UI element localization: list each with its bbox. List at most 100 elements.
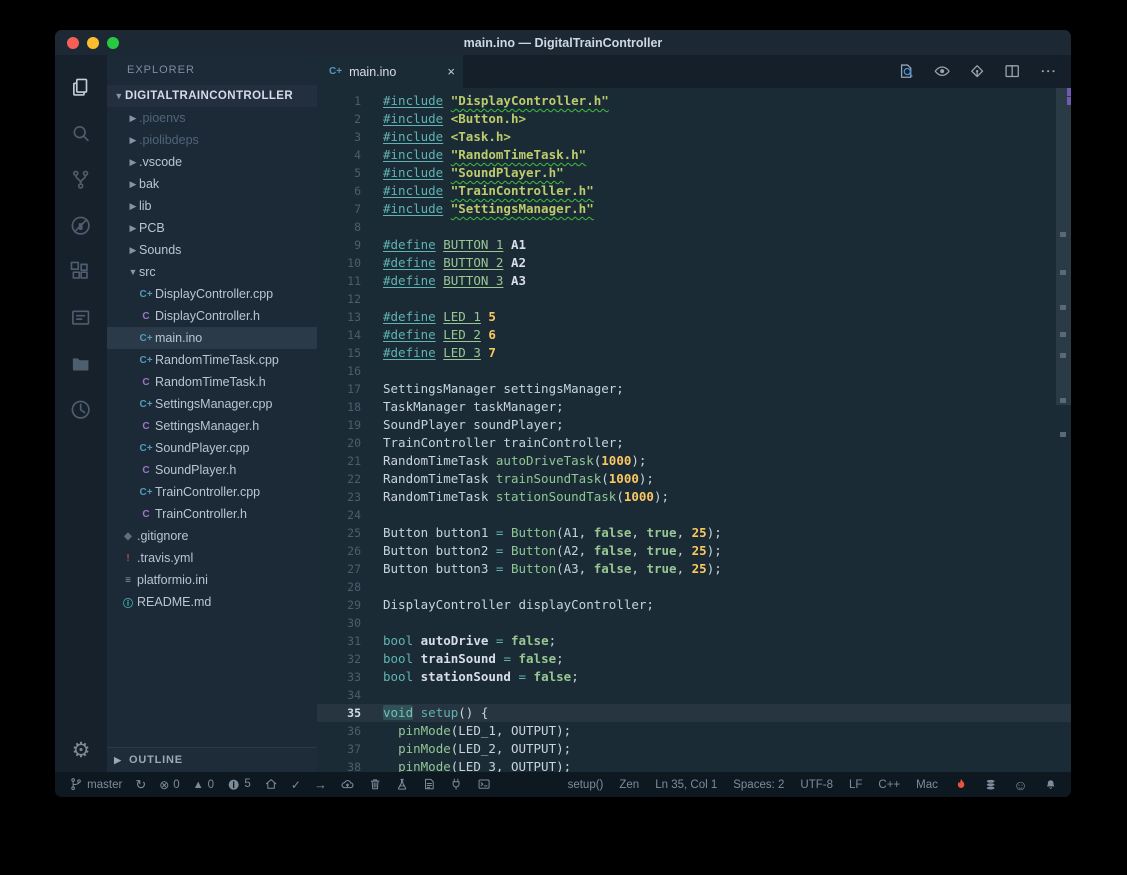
code-line-25[interactable]: 25Button button1 = Button(A1, false, tru…	[317, 524, 1071, 542]
code-line-16[interactable]: 16	[317, 362, 1071, 380]
activitybar-explorer-icon[interactable]	[55, 65, 107, 111]
status-sync[interactable]: ↻	[135, 777, 146, 793]
minimize-window-button[interactable]	[87, 37, 99, 49]
status-git-branch[interactable]: master	[69, 777, 122, 791]
zoom-window-button[interactable]	[107, 37, 119, 49]
tree-item-soundplayer-h[interactable]: CSoundPlayer.h	[107, 459, 317, 481]
code-line-20[interactable]: 20TrainController trainController;	[317, 434, 1071, 452]
settings-gear-icon[interactable]: ⚙	[55, 728, 107, 772]
code-line-12[interactable]: 12	[317, 290, 1071, 308]
tree-item--travis-yml[interactable]: !.travis.yml	[107, 547, 317, 569]
close-tab-icon[interactable]: ×	[447, 64, 455, 79]
status-zen-mode[interactable]: Zen	[619, 779, 639, 791]
code-line-34[interactable]: 34	[317, 686, 1071, 704]
code-line-2[interactable]: 2#include <Button.h>	[317, 110, 1071, 128]
code-line-15[interactable]: 15#define LED_3 7	[317, 344, 1071, 362]
editor-scrollbar[interactable]	[1056, 88, 1071, 772]
activitybar-output-panel-icon[interactable]	[55, 295, 107, 341]
tree-item--vscode[interactable]: ▶.vscode	[107, 151, 317, 173]
code-line-23[interactable]: 23RandomTimeTask stationSoundTask(1000);	[317, 488, 1071, 506]
code-line-29[interactable]: 29DisplayController displayController;	[317, 596, 1071, 614]
status-pio-upload[interactable]: →	[314, 777, 327, 792]
tree-item-pcb[interactable]: ▶PCB	[107, 217, 317, 239]
code-editor[interactable]: 1#include "DisplayController.h"2#include…	[317, 88, 1071, 772]
code-line-13[interactable]: 13#define LED_1 5	[317, 308, 1071, 326]
toggle-preview-eye-icon[interactable]	[933, 62, 951, 80]
code-line-11[interactable]: 11#define BUTTON_3 A3	[317, 272, 1071, 290]
code-line-22[interactable]: 22RandomTimeTask trainSoundTask(1000);	[317, 470, 1071, 488]
code-line-35[interactable]: 35void setup() {	[317, 704, 1071, 722]
code-line-6[interactable]: 6#include "TrainController.h"	[317, 182, 1071, 200]
code-line-9[interactable]: 9#define BUTTON_1 A1	[317, 236, 1071, 254]
status-language-mode[interactable]: C++	[878, 779, 900, 791]
tree-item-displaycontroller-h[interactable]: CDisplayController.h	[107, 305, 317, 327]
status-pio-test[interactable]	[395, 777, 409, 791]
code-line-37[interactable]: 37 pinMode(LED_2, OUTPUT);	[317, 740, 1071, 758]
code-line-18[interactable]: 18TaskManager taskManager;	[317, 398, 1071, 416]
code-line-19[interactable]: 19SoundPlayer soundPlayer;	[317, 416, 1071, 434]
activitybar-debug-disabled-icon[interactable]	[55, 203, 107, 249]
code-line-21[interactable]: 21RandomTimeTask autoDriveTask(1000);	[317, 452, 1071, 470]
code-line-7[interactable]: 7#include "SettingsManager.h"	[317, 200, 1071, 218]
code-line-14[interactable]: 14#define LED_2 6	[317, 326, 1071, 344]
activitybar-source-control-icon[interactable]	[55, 157, 107, 203]
tree-item-sounds[interactable]: ▶Sounds	[107, 239, 317, 261]
tree-item--gitignore[interactable]: ◆.gitignore	[107, 525, 317, 547]
status-pio-terminal[interactable]	[477, 777, 491, 791]
status-database[interactable]	[984, 778, 997, 791]
tab-main-ino[interactable]: C+ main.ino ×	[317, 55, 463, 88]
code-line-10[interactable]: 10#define BUTTON_2 A2	[317, 254, 1071, 272]
status-flame[interactable]	[954, 777, 968, 791]
status-encoding[interactable]: UTF-8	[800, 779, 833, 791]
tree-item-settingsmanager-cpp[interactable]: C+SettingsManager.cpp	[107, 393, 317, 415]
status-current-symbol[interactable]: setup()	[568, 779, 604, 791]
code-line-24[interactable]: 24	[317, 506, 1071, 524]
git-compare-icon[interactable]	[968, 62, 986, 80]
activitybar-history-icon[interactable]	[55, 387, 107, 433]
activitybar-extensions-icon[interactable]	[55, 249, 107, 295]
code-line-30[interactable]: 30	[317, 614, 1071, 632]
tree-item-readme-md[interactable]: ⓘREADME.md	[107, 591, 317, 613]
code-line-5[interactable]: 5#include "SoundPlayer.h"	[317, 164, 1071, 182]
status-pio-remote[interactable]	[340, 777, 355, 792]
status-platform[interactable]: Mac	[916, 779, 938, 791]
close-window-button[interactable]	[67, 37, 79, 49]
tree-item-traincontroller-cpp[interactable]: C+TrainController.cpp	[107, 481, 317, 503]
status-notifications-bell[interactable]	[1044, 778, 1057, 791]
status-indentation[interactable]: Spaces: 2	[733, 779, 784, 791]
split-editor-icon[interactable]	[1003, 62, 1021, 80]
status-eol[interactable]: LF	[849, 779, 862, 791]
tree-item--piolibdeps[interactable]: ▶.piolibdeps	[107, 129, 317, 151]
code-line-31[interactable]: 31bool autoDrive = false;	[317, 632, 1071, 650]
tree-item-randomtimetask-h[interactable]: CRandomTimeTask.h	[107, 371, 317, 393]
more-actions-icon[interactable]	[1039, 62, 1057, 80]
code-line-26[interactable]: 26Button button2 = Button(A2, false, tru…	[317, 542, 1071, 560]
status-errors[interactable]: ⊗0	[159, 778, 179, 792]
status-pio-run-other[interactable]	[422, 777, 436, 791]
tree-item-settingsmanager-h[interactable]: CSettingsManager.h	[107, 415, 317, 437]
tree-item-lib[interactable]: ▶lib	[107, 195, 317, 217]
code-line-3[interactable]: 3#include <Task.h>	[317, 128, 1071, 146]
code-line-27[interactable]: 27Button button3 = Button(A3, false, tru…	[317, 560, 1071, 578]
status-warnings[interactable]: ▲0	[193, 779, 214, 791]
tree-item-main-ino[interactable]: C+main.ino	[107, 327, 317, 349]
code-line-8[interactable]: 8	[317, 218, 1071, 236]
status-pio-home[interactable]	[264, 777, 278, 791]
status-cursor-position[interactable]: Ln 35, Col 1	[655, 779, 717, 791]
code-line-4[interactable]: 4#include "RandomTimeTask.h"	[317, 146, 1071, 164]
code-line-33[interactable]: 33bool stationSound = false;	[317, 668, 1071, 686]
status-pio-build[interactable]: ✓	[291, 778, 301, 792]
activitybar-folder-view-icon[interactable]	[55, 341, 107, 387]
status-pio-clean[interactable]	[368, 777, 382, 791]
tree-item-src[interactable]: ▼src	[107, 261, 317, 283]
code-line-38[interactable]: 38 pinMode(LED_3, OUTPUT);	[317, 758, 1071, 772]
tree-item--pioenvs[interactable]: ▶.pioenvs	[107, 107, 317, 129]
tree-item-randomtimetask-cpp[interactable]: C+RandomTimeTask.cpp	[107, 349, 317, 371]
tree-item-bak[interactable]: ▶bak	[107, 173, 317, 195]
tree-item-platformio-ini[interactable]: ≡platformio.ini	[107, 569, 317, 591]
activitybar-search-icon[interactable]	[55, 111, 107, 157]
find-in-file-icon[interactable]	[897, 62, 915, 80]
code-line-17[interactable]: 17SettingsManager settingsManager;	[317, 380, 1071, 398]
tree-item-displaycontroller-cpp[interactable]: C+DisplayController.cpp	[107, 283, 317, 305]
code-line-1[interactable]: 1#include "DisplayController.h"	[317, 92, 1071, 110]
